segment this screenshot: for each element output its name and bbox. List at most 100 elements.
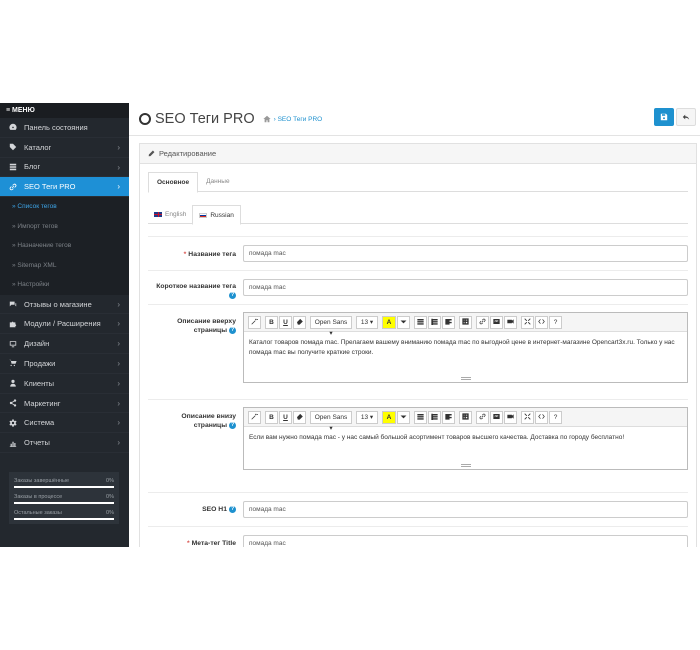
list-icon — [8, 162, 18, 172]
text-color-button[interactable]: A — [382, 410, 396, 424]
align-button[interactable] — [442, 315, 455, 329]
video-button[interactable] — [504, 315, 517, 329]
table-button[interactable] — [459, 315, 472, 329]
monitor-icon — [8, 339, 18, 349]
tab-lang-english[interactable]: English — [148, 205, 192, 224]
bullet-list-button[interactable] — [414, 410, 427, 424]
seo-h1-input[interactable]: помада mac — [243, 501, 688, 518]
lang-label: Russian — [210, 211, 234, 219]
align-left-icon — [445, 319, 452, 325]
stat-completed: Заказы завершённые 0% — [14, 476, 114, 492]
link-icon — [8, 182, 18, 192]
text-color-button[interactable]: A — [382, 315, 396, 329]
table-button[interactable] — [459, 410, 472, 424]
form-row-seo-h1: SEO H1? помада mac — [148, 492, 688, 526]
sidebar-item-reports[interactable]: Отчеты › — [0, 433, 129, 454]
numbered-list-button[interactable] — [428, 315, 441, 329]
magic-wand-icon — [251, 318, 258, 325]
link-button[interactable] — [476, 410, 489, 424]
fullscreen-button[interactable] — [521, 315, 534, 329]
tag-name-input[interactable]: помада mac — [243, 245, 688, 262]
breadcrumb-link[interactable]: › SEO Теги PRO — [274, 116, 323, 123]
form-row-desc-top: Описание вверху страницы? B U Open Sans … — [148, 304, 688, 399]
expand-icon — [524, 413, 531, 420]
submenu-item-sitemap[interactable]: » Sitemap XML — [0, 256, 129, 276]
sidebar-item-catalog[interactable]: Каталог › — [0, 138, 129, 158]
fullscreen-button[interactable] — [521, 410, 534, 424]
numbered-list-button[interactable] — [428, 410, 441, 424]
image-button[interactable] — [490, 410, 503, 424]
help-icon[interactable]: ? — [229, 291, 236, 299]
label-text: Короткое название тега — [156, 283, 236, 290]
back-button[interactable] — [676, 108, 696, 126]
table-icon — [462, 318, 469, 325]
submenu-item-assign[interactable]: » Назначение тегов — [0, 236, 129, 256]
help-icon[interactable]: ? — [229, 505, 236, 513]
video-button[interactable] — [504, 410, 517, 424]
home-icon[interactable] — [263, 115, 271, 123]
font-size-select[interactable]: 13 ▾ — [356, 410, 378, 424]
image-icon — [493, 414, 500, 420]
panel-title: Редактирование — [159, 149, 217, 158]
image-button[interactable] — [490, 315, 503, 329]
required-mark: * — [183, 251, 187, 258]
main-content: SEO Теги PRO › SEO Теги PRO Редактирован… — [129, 103, 700, 547]
video-icon — [507, 414, 514, 419]
submenu-item-import[interactable]: » Импорт тегов — [0, 217, 129, 237]
submenu-item-settings[interactable]: » Настройки — [0, 275, 129, 295]
resize-grip[interactable] — [460, 464, 471, 467]
editor-content[interactable]: Каталог товаров помада mac. Прелагаем ва… — [244, 332, 687, 364]
cart-icon — [8, 358, 18, 368]
help-icon[interactable]: ? — [229, 421, 236, 429]
magic-wand-button[interactable] — [248, 315, 261, 329]
underline-button[interactable]: U — [279, 315, 292, 329]
sidebar-item-seo-tags[interactable]: SEO Теги PRO › — [0, 177, 129, 198]
sidebar-item-dashboard[interactable]: Панель состояния — [0, 118, 129, 138]
reply-icon — [682, 114, 690, 120]
sidebar-item-customers[interactable]: Клиенты › — [0, 374, 129, 394]
code-view-button[interactable] — [535, 410, 548, 424]
bullet-list-button[interactable] — [414, 315, 427, 329]
link-button[interactable] — [476, 315, 489, 329]
help-icon[interactable]: ? — [229, 326, 236, 334]
help-button[interactable]: ? — [549, 410, 562, 424]
tab-general[interactable]: Основное — [148, 172, 199, 193]
tab-data[interactable]: Данные — [198, 172, 237, 192]
resize-grip[interactable] — [460, 377, 471, 380]
sidebar-item-reviews[interactable]: Отзывы о магазине › — [0, 295, 129, 315]
field-label: SEO H1? — [148, 505, 236, 514]
submenu-item-tag-list[interactable]: » Список тегов — [0, 197, 129, 217]
sidebar-item-sales[interactable]: Продажи › — [0, 354, 129, 374]
color-dropdown-button[interactable] — [397, 315, 410, 329]
code-view-button[interactable] — [535, 315, 548, 329]
sidebar-item-system[interactable]: Система › — [0, 413, 129, 434]
align-left-icon — [445, 414, 452, 420]
meta-title-input[interactable]: помада mac — [243, 535, 688, 547]
help-button[interactable]: ? — [549, 315, 562, 329]
comments-icon — [8, 299, 18, 309]
stat-progress-bar — [14, 502, 114, 504]
short-name-input[interactable]: помада mac — [243, 279, 688, 296]
sidebar-item-blog[interactable]: Блог › — [0, 158, 129, 178]
font-family-select[interactable]: Open Sans ▾ — [310, 315, 352, 337]
menu-header[interactable]: ≡ МЕНЮ — [0, 103, 129, 118]
eraser-button[interactable] — [293, 315, 306, 329]
uk-flag-icon — [154, 212, 162, 217]
underline-button[interactable]: U — [279, 410, 292, 424]
editor-content[interactable]: Если вам нужно помада mac - у нас самый … — [244, 427, 687, 449]
sidebar-item-modules[interactable]: Модули / Расширения › — [0, 314, 129, 335]
align-button[interactable] — [442, 410, 455, 424]
eraser-button[interactable] — [293, 410, 306, 424]
bold-button[interactable]: B — [265, 315, 278, 329]
color-dropdown-button[interactable] — [397, 410, 410, 424]
page-title: SEO Теги PRO — [155, 111, 255, 127]
sidebar-item-design[interactable]: Дизайн › — [0, 334, 129, 355]
tab-lang-russian[interactable]: Russian — [192, 205, 241, 225]
sidebar-item-marketing[interactable]: Маркетинг › — [0, 394, 129, 414]
bold-button[interactable]: B — [265, 410, 278, 424]
save-button[interactable] — [654, 108, 674, 126]
link-icon — [479, 414, 486, 420]
font-family-select[interactable]: Open Sans ▾ — [310, 410, 352, 432]
magic-wand-button[interactable] — [248, 410, 261, 424]
font-size-select[interactable]: 13 ▾ — [356, 315, 378, 329]
